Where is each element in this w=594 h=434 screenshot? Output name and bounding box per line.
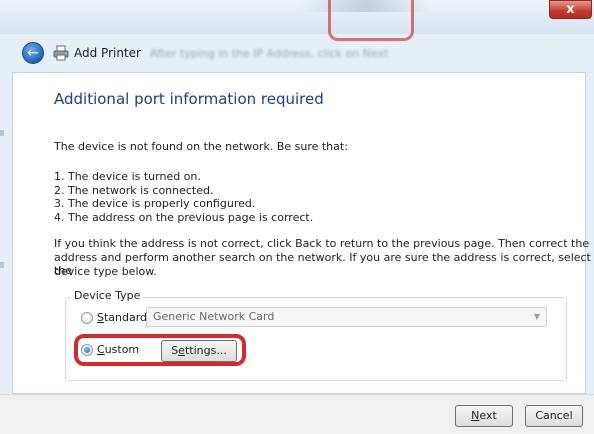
window-edge-mark	[0, 130, 4, 136]
blurred-hint-text: After typing in the IP Address, click on…	[150, 47, 389, 60]
standard-label[interactable]: Standard	[97, 311, 147, 324]
standard-radio[interactable]	[81, 312, 93, 324]
page-heading: Additional port information required	[54, 90, 324, 108]
device-type-legend: Device Type	[71, 289, 144, 302]
window-edge-mark	[0, 262, 4, 268]
annotation-highlight	[74, 334, 246, 366]
close-icon: x	[566, 2, 575, 17]
advice-text-line: device type below.	[54, 265, 157, 278]
advice-text-line: If you think the address is not correct,…	[54, 237, 590, 250]
add-printer-dialog: x ← Add Printer After typing in the IP A…	[0, 0, 594, 434]
cancel-button[interactable]: Cancel	[525, 405, 583, 427]
back-button[interactable]: ←	[22, 42, 44, 64]
standard-device-select: Generic Network Card ▼	[146, 307, 547, 327]
window-title: Add Printer	[74, 46, 141, 60]
checklist-item: 4. The address on the previous page is c…	[54, 211, 314, 224]
title-bar	[0, 0, 594, 34]
chevron-down-icon: ▼	[533, 312, 540, 321]
next-button[interactable]: Next	[455, 405, 513, 427]
standard-device-value: Generic Network Card	[153, 310, 275, 323]
checklist-item: 1. The device is turned on.	[54, 170, 201, 183]
checklist-item: 3. The device is properly configured.	[54, 197, 256, 210]
printer-icon	[53, 45, 69, 61]
back-arrow-icon: ←	[27, 45, 39, 61]
checklist-item: 2. The network is connected.	[54, 184, 214, 197]
close-button[interactable]: x	[549, 0, 592, 19]
intro-text: The device is not found on the network. …	[54, 140, 348, 153]
